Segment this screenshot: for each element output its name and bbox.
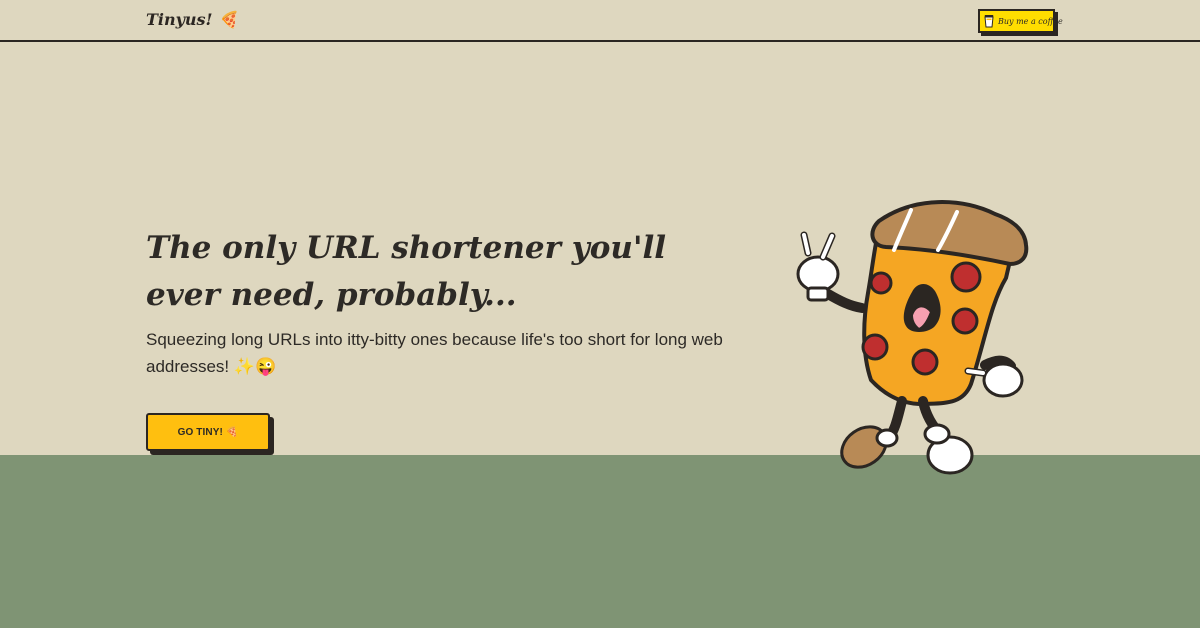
right-glove-icon [964,362,1024,398]
go-tiny-button[interactable]: GO TINY! 🍕 [146,413,270,451]
pizza-mascot-illustration [796,200,1029,475]
shoes-icon [840,423,974,475]
hero-subtitle: Squeezing long URLs into itty-bitty ones… [146,330,723,376]
buy-me-coffee-label: Buy me a coffee [998,16,1063,26]
brand-logo[interactable]: Tinyus! 🍕 [146,10,238,29]
buy-me-coffee-button[interactable]: Buy me a coffee [978,9,1063,33]
hero-title: The only URL shortener you'll ever need,… [146,230,667,313]
landing-page: Tinyus! 🍕 Buy me a coffee The only URL s… [0,0,1200,628]
top-navigation: Tinyus! 🍕 Buy me a coffee [0,0,1200,42]
coffee-cup-icon [984,14,994,28]
left-glove-icon [796,231,840,302]
